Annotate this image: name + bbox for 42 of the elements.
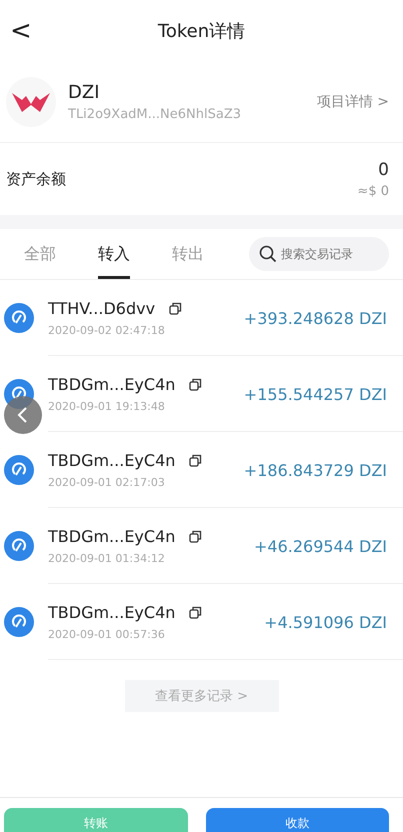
transaction-amount: +4.591096 DZI	[264, 612, 387, 632]
transaction-address: TBDGm...EyC4n	[48, 375, 176, 394]
transaction-address: TBDGm...EyC4n	[48, 603, 176, 622]
search-field[interactable]: 搜索交易记录	[249, 237, 389, 271]
project-details-link[interactable]: 项目详情 >	[316, 93, 389, 111]
balance-label: 资产余额	[6, 170, 66, 188]
tab[interactable]: 转入	[98, 229, 130, 279]
transaction-time: 2020-09-01 02:17:03	[48, 476, 166, 489]
transaction-time: 2020-09-01 01:34:12	[48, 552, 166, 565]
transaction-time: 2020-09-02 02:47:18	[48, 324, 166, 337]
transaction-amount: +155.544257 DZI	[244, 384, 387, 404]
transfer-icon	[4, 531, 34, 561]
tab[interactable]: 全部	[24, 229, 56, 279]
copy-icon[interactable]	[189, 606, 202, 619]
copy-icon[interactable]	[189, 378, 202, 391]
copy-icon[interactable]	[189, 454, 202, 467]
view-more-button[interactable]: 查看更多记录 >	[124, 680, 278, 712]
copy-icon[interactable]	[189, 530, 202, 543]
transaction-time: 2020-09-01 19:13:48	[48, 400, 166, 413]
transfer-icon	[4, 303, 34, 333]
token-logo	[6, 77, 56, 127]
receive-button[interactable]: 收款	[206, 808, 389, 832]
back-button[interactable]: <	[6, 16, 36, 46]
fiat-value: ≈$ 0	[357, 184, 389, 198]
token-symbol: DZI	[68, 82, 100, 103]
transfer-button[interactable]: 转账	[4, 808, 188, 832]
transaction-address: TTHV...D6dvv	[48, 299, 156, 318]
transaction-amount: +186.843729 DZI	[244, 460, 387, 480]
transfer-icon	[4, 607, 34, 637]
transaction-address: TBDGm...EyC4n	[48, 527, 176, 546]
tab[interactable]: 转出	[172, 229, 204, 279]
transaction-time: 2020-09-01 00:57:36	[48, 628, 166, 641]
transfer-icon	[4, 455, 34, 485]
contract-address: TLi2o9XadM...Ne6NhlSaZ3	[68, 107, 242, 122]
transaction-amount: +46.269544 DZI	[254, 536, 387, 556]
back-gesture-button[interactable]	[4, 396, 42, 434]
page-title: Token详情	[158, 20, 246, 43]
transaction-amount: +393.248628 DZI	[244, 308, 387, 328]
transaction-address: TBDGm...EyC4n	[48, 451, 176, 470]
balance-amount: 0	[378, 160, 389, 180]
copy-icon[interactable]	[169, 302, 182, 315]
chevron-left-icon	[17, 407, 29, 423]
